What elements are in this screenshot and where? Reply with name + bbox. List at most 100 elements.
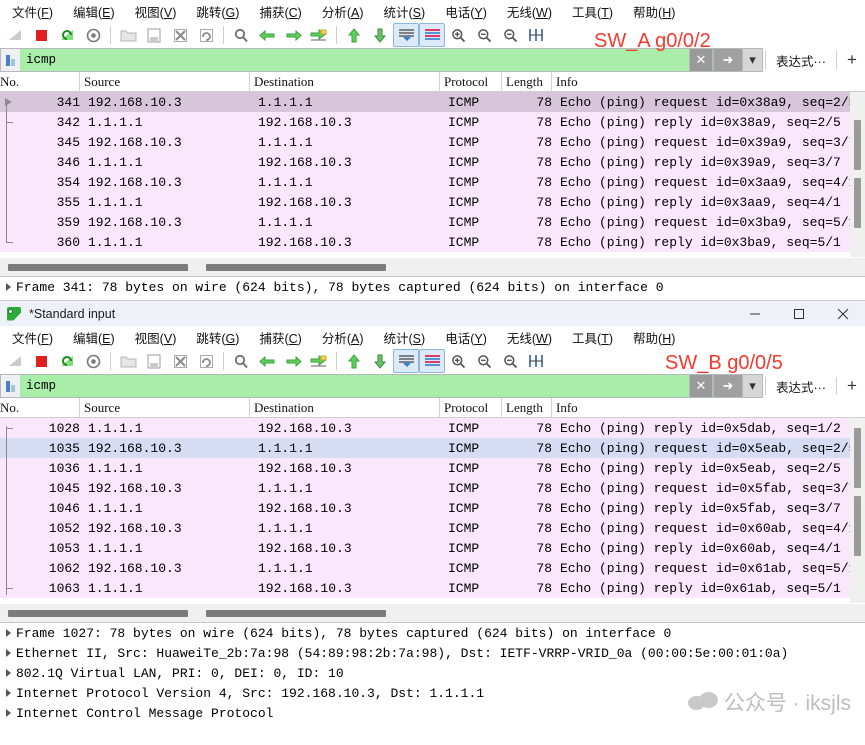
menu-item-7[interactable]: 统计(S) <box>374 326 436 349</box>
stop-capture-icon[interactable] <box>28 23 54 47</box>
zoom-in-icon[interactable] <box>445 23 471 47</box>
detail-row-4[interactable]: Internet Protocol Version 4, Src: 192.16… <box>0 683 865 703</box>
zoom-reset-icon[interactable] <box>497 349 523 373</box>
restart-capture-icon[interactable] <box>54 23 80 47</box>
menu-item-1[interactable]: 文件(F) <box>2 326 63 349</box>
filter-apply-button-window2[interactable]: ➜ <box>713 374 743 398</box>
filter-apply-button-window1[interactable]: ➜ <box>713 48 743 72</box>
filter-expression-button-window2[interactable]: 表达式··· <box>768 374 834 398</box>
menu-item-1[interactable]: 文件(F) <box>2 0 63 23</box>
go-first-packet-icon[interactable] <box>341 23 367 47</box>
packet-detail-pane-window1[interactable]: Frame 341: 78 bytes on wire (624 bits), … <box>0 276 865 299</box>
menu-item-4[interactable]: 跳转(G) <box>186 326 249 349</box>
detail-row-5[interactable]: Internet Control Message Protocol <box>0 703 865 723</box>
menu-item-3[interactable]: 视图(V) <box>125 326 187 349</box>
filter-clear-button-window2[interactable]: ✕ <box>689 374 713 398</box>
expand-caret-icon[interactable] <box>0 669 16 677</box>
reload-file-icon[interactable] <box>193 349 219 373</box>
menu-item-8[interactable]: 电话(Y) <box>435 0 497 23</box>
restart-capture-icon[interactable] <box>54 349 80 373</box>
table-row[interactable]: 1063 1.1.1.1 192.168.10.3 ICMP 78 Echo (ping)… <box>0 578 865 598</box>
column-header-info[interactable]: Info <box>552 72 865 92</box>
find-packet-icon[interactable] <box>228 349 254 373</box>
go-forward-icon[interactable] <box>280 349 306 373</box>
column-header-info[interactable]: Info <box>552 398 865 418</box>
table-row[interactable]: 1028 1.1.1.1 192.168.10.3 ICMP 78 Echo (ping)… <box>0 418 865 438</box>
column-header-protocol[interactable]: Protocol <box>440 398 502 418</box>
go-last-packet-icon[interactable] <box>367 23 393 47</box>
filter-bookmark-icon[interactable] <box>0 374 20 398</box>
column-header-length[interactable]: Length <box>502 398 552 418</box>
detail-row-2[interactable]: Ethernet II, Src: HuaweiTe_2b:7a:98 (54:… <box>0 643 865 663</box>
detail-row-1[interactable]: Frame 1027: 78 bytes on wire (624 bits),… <box>0 623 865 643</box>
column-header-source[interactable]: Source <box>80 398 250 418</box>
packet-list-header-window2[interactable]: No. Source Destination Protocol Length I… <box>0 398 865 418</box>
packet-list-hscrollbar-strip-window1[interactable] <box>0 257 865 276</box>
expand-caret-icon[interactable] <box>0 283 16 291</box>
go-forward-icon[interactable] <box>280 23 306 47</box>
column-header-no[interactable]: No. <box>0 72 80 92</box>
packet-detail-pane-window2[interactable]: Frame 1027: 78 bytes on wire (624 bits),… <box>0 622 865 728</box>
table-row[interactable]: 1036 1.1.1.1 192.168.10.3 ICMP 78 Echo (ping)… <box>0 458 865 478</box>
table-row[interactable]: 1053 1.1.1.1 192.168.10.3 ICMP 78 Echo (ping)… <box>0 538 865 558</box>
table-row[interactable]: 342 1.1.1.1 192.168.10.3 ICMP 78 Echo (ping) … <box>0 112 865 132</box>
menu-item-9[interactable]: 无线(W) <box>497 326 562 349</box>
maximize-button[interactable] <box>777 301 821 327</box>
save-file-icon[interactable] <box>141 349 167 373</box>
packet-list-hscrollbar-strip-window2[interactable] <box>0 603 865 622</box>
expand-caret-icon[interactable] <box>0 649 16 657</box>
table-row[interactable]: 1045 192.168.10.3 1.1.1.1 ICMP 78 Echo (ping)… <box>0 478 865 498</box>
table-row[interactable]: 359 192.168.10.3 1.1.1.1 ICMP 78 Echo (ping) … <box>0 212 865 232</box>
detail-pane-hscrollbar-window2[interactable] <box>203 604 406 622</box>
expand-caret-icon[interactable] <box>0 689 16 697</box>
table-row[interactable]: 345 192.168.10.3 1.1.1.1 ICMP 78 Echo (ping) … <box>0 132 865 152</box>
menu-item-11[interactable]: 帮助(H) <box>623 326 685 349</box>
zoom-out-icon[interactable] <box>471 23 497 47</box>
expand-caret-icon[interactable] <box>0 709 16 717</box>
table-row[interactable]: 346 1.1.1.1 192.168.10.3 ICMP 78 Echo (ping) … <box>0 152 865 172</box>
column-header-length[interactable]: Length <box>502 72 552 92</box>
table-row[interactable]: 1052 192.168.10.3 1.1.1.1 ICMP 78 Echo (ping)… <box>0 518 865 538</box>
menu-item-2[interactable]: 编辑(E) <box>63 326 125 349</box>
packet-list-hscrollbar-window2[interactable] <box>0 604 203 622</box>
filter-expression-button-window1[interactable]: 表达式··· <box>768 48 834 72</box>
open-file-icon[interactable] <box>115 23 141 47</box>
packet-list-vscrollbar-window1[interactable] <box>850 92 865 257</box>
table-row[interactable]: 1062 192.168.10.3 1.1.1.1 ICMP 78 Echo (ping)… <box>0 558 865 578</box>
close-button[interactable] <box>821 301 865 327</box>
go-back-icon[interactable] <box>254 23 280 47</box>
packet-list-header-window1[interactable]: No. Source Destination Protocol Length I… <box>0 72 865 92</box>
minimize-button[interactable] <box>733 301 777 327</box>
detail-row-3[interactable]: 802.1Q Virtual LAN, PRI: 0, DEI: 0, ID: … <box>0 663 865 683</box>
column-header-destination[interactable]: Destination <box>250 398 440 418</box>
reload-file-icon[interactable] <box>193 23 219 47</box>
menu-item-6[interactable]: 分析(A) <box>312 326 374 349</box>
column-header-no[interactable]: No. <box>0 398 80 418</box>
resize-columns-icon[interactable] <box>523 349 549 373</box>
go-back-icon[interactable] <box>254 349 280 373</box>
packet-list-vscrollbar-window2[interactable] <box>850 418 865 603</box>
resize-columns-icon[interactable] <box>523 23 549 47</box>
stop-capture-icon[interactable] <box>28 349 54 373</box>
menu-item-10[interactable]: 工具(T) <box>562 0 623 23</box>
go-last-packet-icon[interactable] <box>367 349 393 373</box>
titlebar-window2[interactable]: *Standard input <box>0 300 865 326</box>
go-to-packet-icon[interactable] <box>306 23 332 47</box>
zoom-in-icon[interactable] <box>445 349 471 373</box>
zoom-reset-icon[interactable] <box>497 23 523 47</box>
table-row[interactable]: 355 1.1.1.1 192.168.10.3 ICMP 78 Echo (ping) … <box>0 192 865 212</box>
expand-caret-icon[interactable] <box>0 629 16 637</box>
go-to-packet-icon[interactable] <box>306 349 332 373</box>
open-file-icon[interactable] <box>115 349 141 373</box>
detail-row-frame-window1[interactable]: Frame 341: 78 bytes on wire (624 bits), … <box>0 277 865 297</box>
close-file-icon[interactable] <box>167 23 193 47</box>
filter-dropdown-button-window2[interactable]: ▾ <box>743 374 763 398</box>
filter-dropdown-button-window1[interactable]: ▾ <box>743 48 763 72</box>
packet-list-window1[interactable]: No. Source Destination Protocol Length I… <box>0 72 865 257</box>
column-header-source[interactable]: Source <box>80 72 250 92</box>
menu-item-10[interactable]: 工具(T) <box>562 326 623 349</box>
column-header-destination[interactable]: Destination <box>250 72 440 92</box>
menu-item-6[interactable]: 分析(A) <box>312 0 374 23</box>
filter-bookmark-icon[interactable] <box>0 48 20 72</box>
capture-options-icon[interactable] <box>80 23 106 47</box>
